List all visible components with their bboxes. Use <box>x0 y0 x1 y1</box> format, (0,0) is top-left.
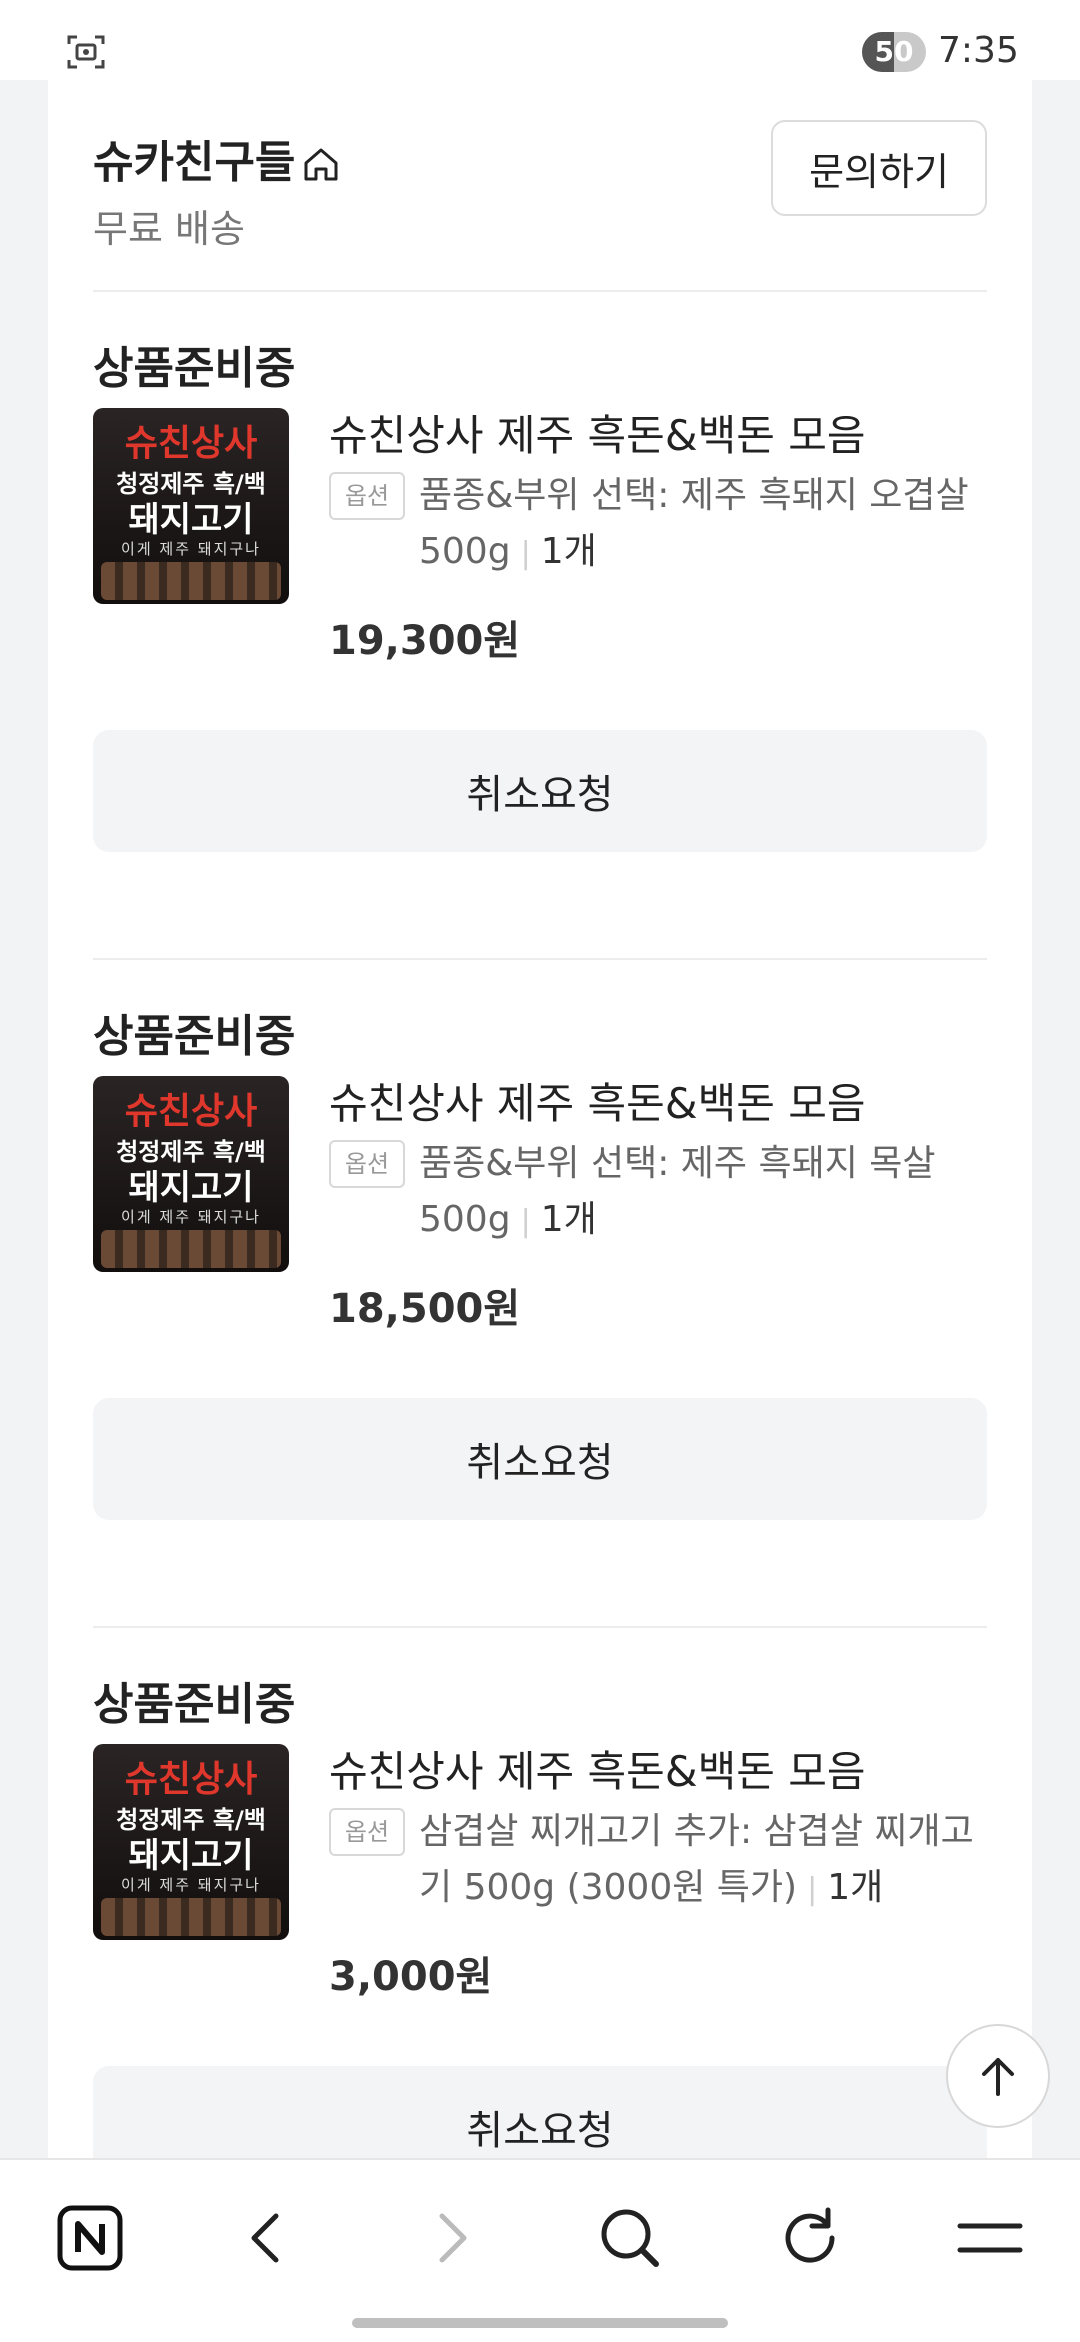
option-value: 품종&부위 선택: 제주 흑돼지 목살 500g <box>419 1143 936 1240</box>
thumb-caption: 이게 제주 돼지구나 <box>121 1208 261 1226</box>
quantity: 1개 <box>540 1199 597 1240</box>
gesture-home-indicator[interactable] <box>352 2318 728 2328</box>
thumb-grill-image <box>101 562 281 600</box>
option-value: 삼겹살 찌개고기 추가: 삼겹살 찌개고기 500g (3000원 특가) <box>419 1811 974 1908</box>
cancel-request-button[interactable]: 취소요청 <box>93 1398 987 1520</box>
menu-button[interactable] <box>950 2198 1030 2278</box>
thumb-brand: 슈친상사 <box>124 423 258 464</box>
product-thumbnail[interactable]: 슈친상사 청정제주 흑/백 돼지고기 이게 제주 돼지구나 <box>93 1744 289 1940</box>
product-thumbnail[interactable]: 슈친상사 청정제주 흑/백 돼지고기 이게 제주 돼지구나 <box>93 408 289 604</box>
product-name[interactable]: 슈친상사 제주 흑돈&백돈 모음 <box>329 1738 865 1799</box>
price: 3,000원 <box>329 1954 493 2000</box>
option-text: 품종&부위 선택: 제주 흑돼지 목살 500g | 1개 <box>419 1136 993 1250</box>
order-item: 상품준비중 슈친상사 청정제주 흑/백 돼지고기 이게 제주 돼지구나 슈친상사… <box>93 1628 987 2188</box>
price: 18,500원 <box>329 1286 521 1332</box>
shipping-info: 무료 배송 <box>93 207 245 251</box>
forward-icon <box>439 2213 467 2263</box>
product-name[interactable]: 슈친상사 제주 흑돈&백돈 모음 <box>329 402 865 463</box>
option-separator: | <box>520 1204 531 1239</box>
clock: 7:35 <box>938 30 1019 71</box>
price: 19,300원 <box>329 618 521 664</box>
thumb-title: 돼지고기 <box>128 500 254 540</box>
seller-name[interactable]: 슈카친구들 <box>93 126 295 190</box>
naver-home-button[interactable] <box>50 2198 130 2278</box>
option-separator: | <box>807 1872 818 1907</box>
battery-level: 50 <box>874 35 914 68</box>
status-bar: 50 7:35 <box>0 0 1080 80</box>
order-status: 상품준비중 <box>93 1679 296 1730</box>
menu-icon <box>957 2223 1023 2253</box>
home-icon[interactable] <box>301 144 341 184</box>
back-icon <box>251 2213 279 2263</box>
product-name[interactable]: 슈친상사 제주 흑돈&백돈 모음 <box>329 1070 865 1131</box>
search-button[interactable] <box>590 2198 670 2278</box>
cancel-request-button[interactable]: 취소요청 <box>93 730 987 852</box>
refresh-icon <box>785 2207 835 2263</box>
option-value: 품종&부위 선택: 제주 흑돼지 오겹살 500g <box>419 475 969 572</box>
thumb-caption: 이게 제주 돼지구나 <box>121 1876 261 1894</box>
naver-home-icon <box>57 2205 123 2271</box>
thumb-grill-image <box>101 1898 281 1936</box>
option-badge: 옵션 <box>329 472 405 520</box>
seller-header: 슈카친구들 무료 배송 문의하기 <box>93 106 987 266</box>
order-card: 슈카친구들 무료 배송 문의하기 상품준비중 슈친상사 청정제주 흑/백 돼지고… <box>48 80 1032 2188</box>
thumb-caption: 이게 제주 돼지구나 <box>121 540 261 558</box>
option-text: 삼겹살 찌개고기 추가: 삼겹살 찌개고기 500g (3000원 특가) | 1개 <box>419 1804 993 1918</box>
option-text: 품종&부위 선택: 제주 흑돼지 오겹살 500g | 1개 <box>419 468 993 582</box>
option-badge: 옵션 <box>329 1808 405 1856</box>
order-status: 상품준비중 <box>93 1011 296 1062</box>
forward-button[interactable] <box>410 2198 490 2278</box>
thumb-brand: 슈친상사 <box>124 1091 258 1132</box>
option-separator: | <box>520 536 531 571</box>
arrow-up-icon <box>982 2058 1014 2096</box>
scroll-to-top-button[interactable] <box>946 2024 1050 2128</box>
quantity: 1개 <box>827 1867 884 1908</box>
back-button[interactable] <box>228 2198 308 2278</box>
option-badge: 옵션 <box>329 1140 405 1188</box>
search-icon <box>601 2209 659 2267</box>
thumb-brand: 슈친상사 <box>124 1759 258 1800</box>
order-item: 상품준비중 슈친상사 청정제주 흑/백 돼지고기 이게 제주 돼지구나 슈친상사… <box>93 292 987 852</box>
screen-capture-icon <box>67 35 105 69</box>
inquiry-button[interactable]: 문의하기 <box>771 120 987 216</box>
battery-indicator: 50 <box>862 32 926 72</box>
thumb-title: 돼지고기 <box>128 1168 254 1208</box>
thumb-title: 돼지고기 <box>128 1836 254 1876</box>
order-status: 상품준비중 <box>93 343 296 394</box>
browser-bottom-bar <box>0 2158 1080 2342</box>
thumb-grill-image <box>101 1230 281 1268</box>
refresh-button[interactable] <box>770 2198 850 2278</box>
order-item: 상품준비중 슈친상사 청정제주 흑/백 돼지고기 이게 제주 돼지구나 슈친상사… <box>93 960 987 1520</box>
quantity: 1개 <box>540 531 597 572</box>
product-thumbnail[interactable]: 슈친상사 청정제주 흑/백 돼지고기 이게 제주 돼지구나 <box>93 1076 289 1272</box>
